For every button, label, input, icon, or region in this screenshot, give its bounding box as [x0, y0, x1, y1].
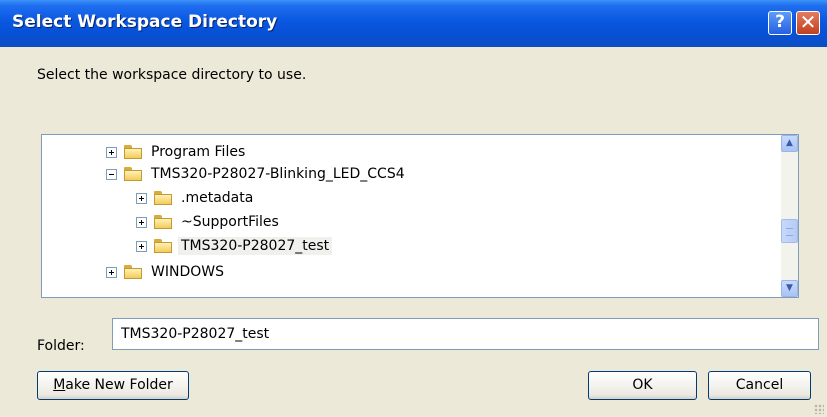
tree-item-windows[interactable]: WINDOWS [106, 261, 227, 283]
button-label: ake New Folder [65, 377, 173, 393]
expand-icon[interactable] [136, 240, 147, 252]
resize-grip-icon[interactable] [814, 404, 824, 414]
folder-icon [124, 265, 142, 279]
tree-item-metadata[interactable]: .metadata [136, 187, 256, 209]
cancel-button[interactable]: Cancel [708, 371, 811, 400]
scroll-down-arrow-icon[interactable]: ▼ [781, 280, 798, 297]
expand-icon[interactable] [106, 266, 117, 278]
vertical-scrollbar[interactable]: ▲ ▼ [781, 135, 798, 297]
expand-icon[interactable] [106, 146, 117, 158]
folder-label: Folder: [37, 338, 85, 354]
title-bar[interactable]: Select Workspace Directory ? ✕ [0, 0, 827, 47]
folder-input[interactable] [112, 318, 819, 350]
tree-item-blinking-led[interactable]: TMS320-P28027-Blinking_LED_CCS4 [106, 163, 408, 185]
ok-button[interactable]: OK [588, 371, 697, 400]
tree-item-label: .metadata [181, 190, 254, 206]
tree-item-label: TMS320-P28027_test [178, 237, 333, 255]
collapse-icon[interactable] [106, 168, 117, 180]
dialog-title: Select Workspace Directory [12, 12, 278, 32]
scroll-thumb[interactable] [781, 219, 798, 243]
folder-icon [154, 191, 172, 205]
expand-icon[interactable] [136, 216, 147, 228]
instruction-text: Select the workspace directory to use. [37, 67, 307, 83]
tree-item-label: TMS320-P28027-Blinking_LED_CCS4 [151, 166, 405, 182]
scroll-up-arrow-icon[interactable]: ▲ [781, 135, 798, 152]
help-button[interactable]: ? [768, 11, 792, 35]
select-workspace-dialog: Select Workspace Directory ? ✕ Select th… [0, 0, 827, 417]
make-new-folder-button[interactable]: Make New Folder [37, 371, 189, 400]
folder-icon [154, 239, 172, 253]
tree-item-supportfiles[interactable]: ~SupportFiles [136, 211, 282, 233]
tree-item-label: WINDOWS [151, 264, 224, 280]
tree-item-program-files[interactable]: Program Files [106, 141, 248, 163]
folder-icon [124, 167, 142, 181]
folder-icon [154, 215, 172, 229]
folder-icon [124, 145, 142, 159]
folder-tree[interactable]: Program Files TMS320-P28027-Blinking_LED… [41, 134, 799, 298]
expand-icon[interactable] [136, 192, 147, 204]
tree-item-label: Program Files [151, 144, 246, 160]
tree-item-test[interactable]: TMS320-P28027_test [136, 235, 333, 257]
mnemonic-letter: M [53, 377, 66, 393]
close-button[interactable]: ✕ [796, 11, 820, 35]
tree-item-label: ~SupportFiles [181, 214, 279, 230]
